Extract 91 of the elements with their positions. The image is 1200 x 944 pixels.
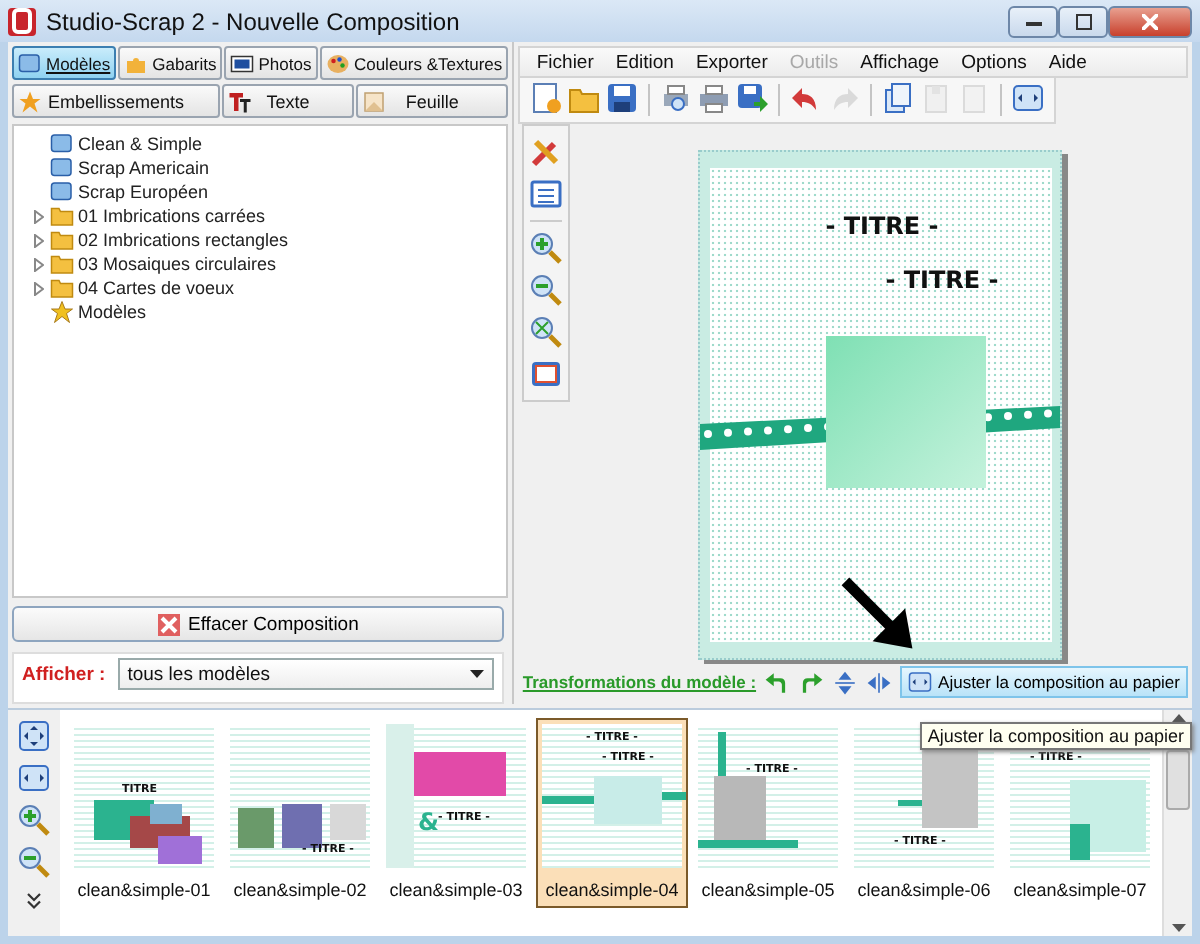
minimize-button[interactable] xyxy=(1008,5,1058,37)
thumbnail-label: clean&simple-04 xyxy=(545,880,679,900)
rotate-right-icon[interactable] xyxy=(798,669,825,695)
tree-item[interactable]: 02 Imbrications rectangles xyxy=(78,230,289,250)
menu-item[interactable]: Edition xyxy=(615,51,674,73)
photo-icon[interactable] xyxy=(230,51,255,75)
folder-icon xyxy=(50,252,74,276)
star-icon[interactable] xyxy=(18,89,42,113)
tree-item[interactable]: 04 Cartes de voeux xyxy=(78,278,235,298)
scroll-up-icon[interactable] xyxy=(1171,710,1185,726)
tree-item[interactable]: Modèles xyxy=(78,302,147,322)
list-icon[interactable] xyxy=(530,178,563,210)
printer-icon[interactable] xyxy=(698,81,731,113)
tree-item[interactable]: 01 Imbrications carrées xyxy=(78,206,266,226)
tab[interactable]: Embellissements xyxy=(12,84,220,118)
fit-page-icon[interactable] xyxy=(18,720,50,752)
fit-to-paper-button[interactable]: Ajuster la composition au papier xyxy=(900,666,1188,698)
menu-item[interactable]: Aide xyxy=(1048,51,1087,73)
pages-icon[interactable] xyxy=(882,81,915,113)
template-icon xyxy=(50,180,74,204)
new-document-icon[interactable] xyxy=(530,81,563,113)
template-icon xyxy=(50,132,74,156)
app-logo-icon xyxy=(8,7,36,35)
thumbnail-label: clean&simple-07 xyxy=(1013,880,1147,900)
transform-label: Transformations du modèle : xyxy=(522,672,757,692)
star-icon xyxy=(50,300,74,324)
fit-width-icon xyxy=(908,670,933,694)
text-icon[interactable] xyxy=(228,89,252,113)
zoom-out-icon[interactable] xyxy=(18,846,50,878)
menu-item[interactable]: Fichier xyxy=(536,51,594,73)
arrow-drawing xyxy=(840,576,916,652)
expand-icon[interactable] xyxy=(33,281,43,295)
menu-item[interactable]: Options xyxy=(961,51,1027,73)
flip-vertical-icon[interactable] xyxy=(832,669,859,695)
tools-icon[interactable] xyxy=(530,136,563,168)
tree-item[interactable]: Clean & Simple xyxy=(78,134,203,154)
thumbnail-label: clean&simple-01 xyxy=(77,880,211,900)
print-preview-icon[interactable] xyxy=(660,81,693,113)
tree-item[interactable]: Scrap Européen xyxy=(78,182,209,202)
tab[interactable]: Modèles xyxy=(12,46,117,80)
filter-dropdown[interactable]: tous les modèles xyxy=(117,658,495,690)
page-title: - TITRE - xyxy=(885,266,999,294)
zoom-in-icon[interactable] xyxy=(18,804,50,836)
tab[interactable]: Couleurs &Textures xyxy=(319,46,509,80)
save-icon[interactable] xyxy=(606,81,639,113)
tree-item[interactable]: Scrap Americain xyxy=(78,158,210,178)
zoom-in-icon[interactable] xyxy=(530,232,563,264)
scroll-down-icon[interactable] xyxy=(1171,920,1185,936)
minimize-icon xyxy=(1025,17,1041,25)
window-title: Studio-Scrap 2 - Nouvelle Composition xyxy=(46,7,462,35)
template-icon xyxy=(50,156,74,180)
rotate-left-icon[interactable] xyxy=(764,669,791,695)
thumbnail-label: clean&simple-03 xyxy=(389,880,523,900)
menu-item[interactable]: Affichage xyxy=(860,51,940,73)
filter-label: Afficher : xyxy=(22,663,106,685)
fit-width-icon[interactable] xyxy=(18,762,50,794)
expand-icon[interactable] xyxy=(33,209,43,223)
expand-icon[interactable] xyxy=(33,257,43,271)
page-title: - TITRE - xyxy=(825,212,939,240)
thumbnail-title: & xyxy=(418,808,439,836)
tab[interactable]: Feuille xyxy=(356,84,509,118)
fit-width-icon[interactable] xyxy=(1012,81,1045,113)
tab[interactable]: Photos xyxy=(224,46,318,80)
thumbnail-label: clean&simple-02 xyxy=(233,880,367,900)
folder-icon xyxy=(50,276,74,300)
scrollbar-thumb[interactable] xyxy=(1166,750,1190,810)
close-button[interactable] xyxy=(1108,5,1192,37)
delete-icon xyxy=(158,613,180,635)
flip-horizontal-icon[interactable] xyxy=(866,669,893,695)
close-icon xyxy=(1142,13,1158,29)
tab[interactable]: Gabarits xyxy=(118,46,223,80)
tree-item[interactable]: 03 Mosaiques circulaires xyxy=(78,254,277,274)
window-icon[interactable] xyxy=(18,51,42,75)
save-export-icon[interactable] xyxy=(736,81,769,113)
frame-icon[interactable] xyxy=(530,358,563,390)
maximize-icon xyxy=(1075,13,1091,29)
tooltip: Ajuster la composition au papier xyxy=(919,722,1192,750)
folder-icon xyxy=(50,204,74,228)
expand-icon[interactable] xyxy=(33,233,43,247)
menu-item[interactable]: Exporter xyxy=(695,51,768,73)
thumbnail-label: clean&simple-05 xyxy=(701,880,835,900)
zoom-out-icon[interactable] xyxy=(530,274,563,306)
tab[interactable]: Texte xyxy=(222,84,354,118)
dropdown-icon xyxy=(470,670,485,678)
maximize-button[interactable] xyxy=(1058,5,1108,37)
thumbnail-label: clean&simple-06 xyxy=(857,880,991,900)
clear-composition-button[interactable]: Effacer Composition xyxy=(12,606,505,642)
double-chevron-icon[interactable] xyxy=(22,888,46,912)
palette-icon[interactable] xyxy=(325,51,350,75)
zoom-fit-icon[interactable] xyxy=(530,316,563,348)
folder-icon xyxy=(50,228,74,252)
